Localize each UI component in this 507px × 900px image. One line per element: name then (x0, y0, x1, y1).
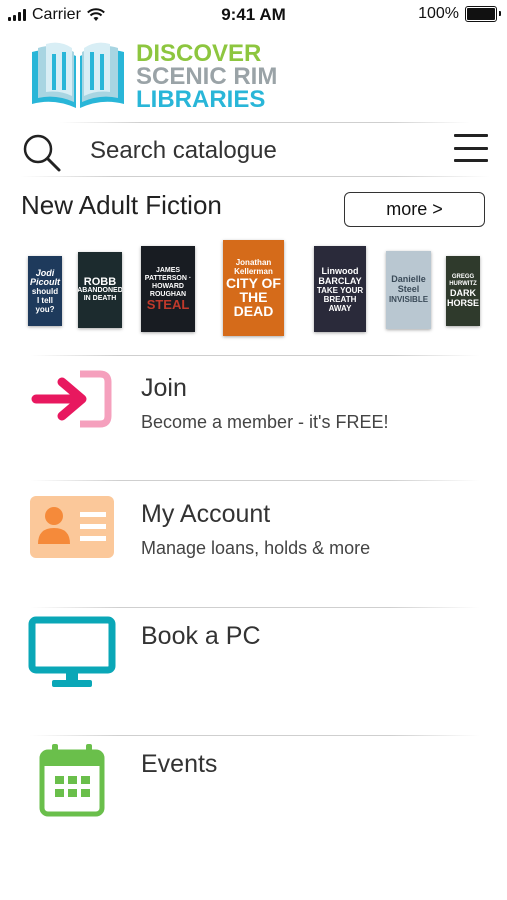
hamburger-menu-icon[interactable] (454, 134, 488, 162)
logo-line-3: LIBRARIES (136, 85, 266, 113)
book-cover[interactable]: Danielle Steel INVISIBLE (386, 251, 431, 329)
divider (30, 735, 480, 736)
join-item[interactable]: Join Become a member - it's FREE! (28, 368, 488, 468)
logo-text: DISCOVER SCENIC RIM LIBRARIES (136, 39, 278, 113)
calendar-icon (39, 744, 105, 817)
join-icon (31, 370, 112, 428)
more-button[interactable]: more > (344, 192, 485, 227)
my-account-title: My Account (141, 500, 271, 528)
events-title: Events (141, 750, 218, 778)
book-cover[interactable]: ROBB ABANDONED IN DEATH (78, 252, 122, 328)
book-carousel: Jodi Picoult should I tell you? ROBB ABA… (0, 238, 507, 348)
search-icon[interactable] (22, 133, 62, 173)
monitor-icon (28, 616, 116, 687)
book-cover[interactable]: Jonathan Kellerman CITY OF THE DEAD (223, 240, 284, 336)
book-cover[interactable]: Linwood BARCLAY TAKE YOUR BREATH AWAY (314, 246, 366, 332)
my-account-subtitle: Manage loans, holds & more (141, 538, 371, 558)
battery-icon (465, 6, 501, 22)
divider (30, 607, 480, 608)
book-a-pc-item[interactable]: Book a PC (28, 616, 488, 716)
logo-line-1: DISCOVER (136, 39, 262, 67)
status-right: 100% (418, 5, 501, 23)
divider (20, 176, 490, 177)
battery-percent: 100% (418, 5, 459, 22)
search-bar (22, 128, 490, 174)
book-cover[interactable]: JAMES PATTERSON · HOWARD ROUGHAN STEAL (141, 246, 195, 332)
book-a-pc-title: Book a PC (141, 622, 261, 650)
join-subtitle: Become a member - it's FREE! (141, 412, 389, 432)
section-title: New Adult Fiction (21, 190, 222, 220)
search-input[interactable] (90, 134, 390, 168)
my-account-item[interactable]: My Account Manage loans, holds & more (28, 494, 488, 594)
divider (60, 122, 470, 123)
book-cover[interactable]: GREGG HURWITZ DARK HORSE (446, 256, 480, 326)
events-item[interactable]: Events (28, 744, 488, 844)
divider (30, 480, 480, 481)
status-bar: Carrier 9:41 AM 100% (0, 0, 507, 30)
divider (30, 355, 480, 356)
open-book-icon (32, 42, 124, 108)
logo-line-2: SCENIC RIM (136, 62, 278, 90)
library-logo: DISCOVER SCENIC RIM LIBRARIES (28, 40, 277, 112)
book-cover[interactable]: Jodi Picoult should I tell you? (28, 256, 62, 326)
join-title: Join (141, 374, 187, 402)
account-card-icon (30, 496, 114, 558)
